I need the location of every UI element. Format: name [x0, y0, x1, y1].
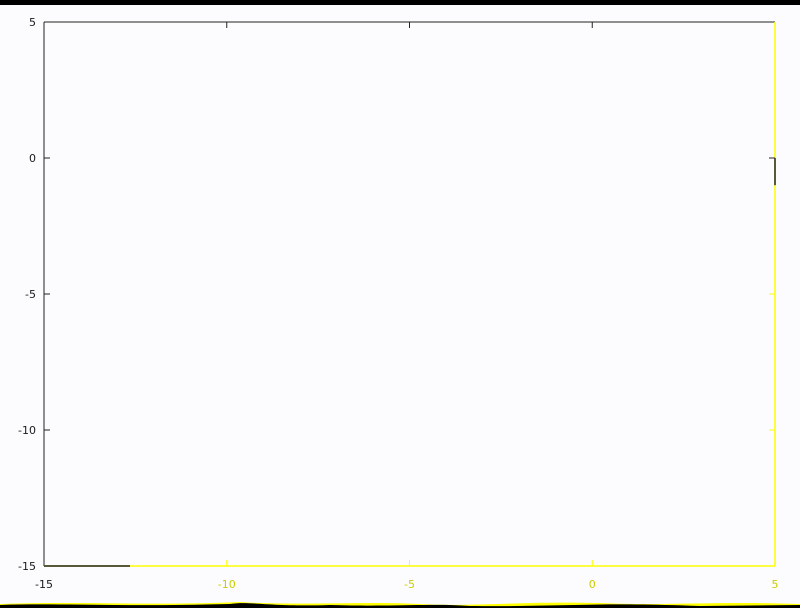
x-tick-label-4: 5 — [772, 578, 779, 591]
axis-ticks — [44, 22, 775, 566]
x-tick-label-0: -15 — [35, 578, 53, 591]
y-tick-label-1: 0 — [29, 152, 36, 165]
axis-tick-labels: -15 -10 -5 0 5 5 0 -5 -10 -15 — [18, 16, 778, 591]
plot-frame — [43, 21, 776, 567]
chart-plot: -15 -10 -5 0 5 5 0 -5 -10 -15 — [0, 16, 800, 608]
y-tick-label-3: -10 — [18, 424, 36, 437]
x-tick-label-3: 0 — [589, 578, 596, 591]
y-tick-label-2: -5 — [25, 288, 36, 301]
x-tick-label-2: -5 — [404, 578, 415, 591]
y-tick-label-4: -15 — [18, 560, 36, 573]
y-tick-label-0: 5 — [29, 16, 36, 29]
bottom-edge-noise — [0, 602, 800, 608]
x-tick-label-1: -10 — [218, 578, 236, 591]
